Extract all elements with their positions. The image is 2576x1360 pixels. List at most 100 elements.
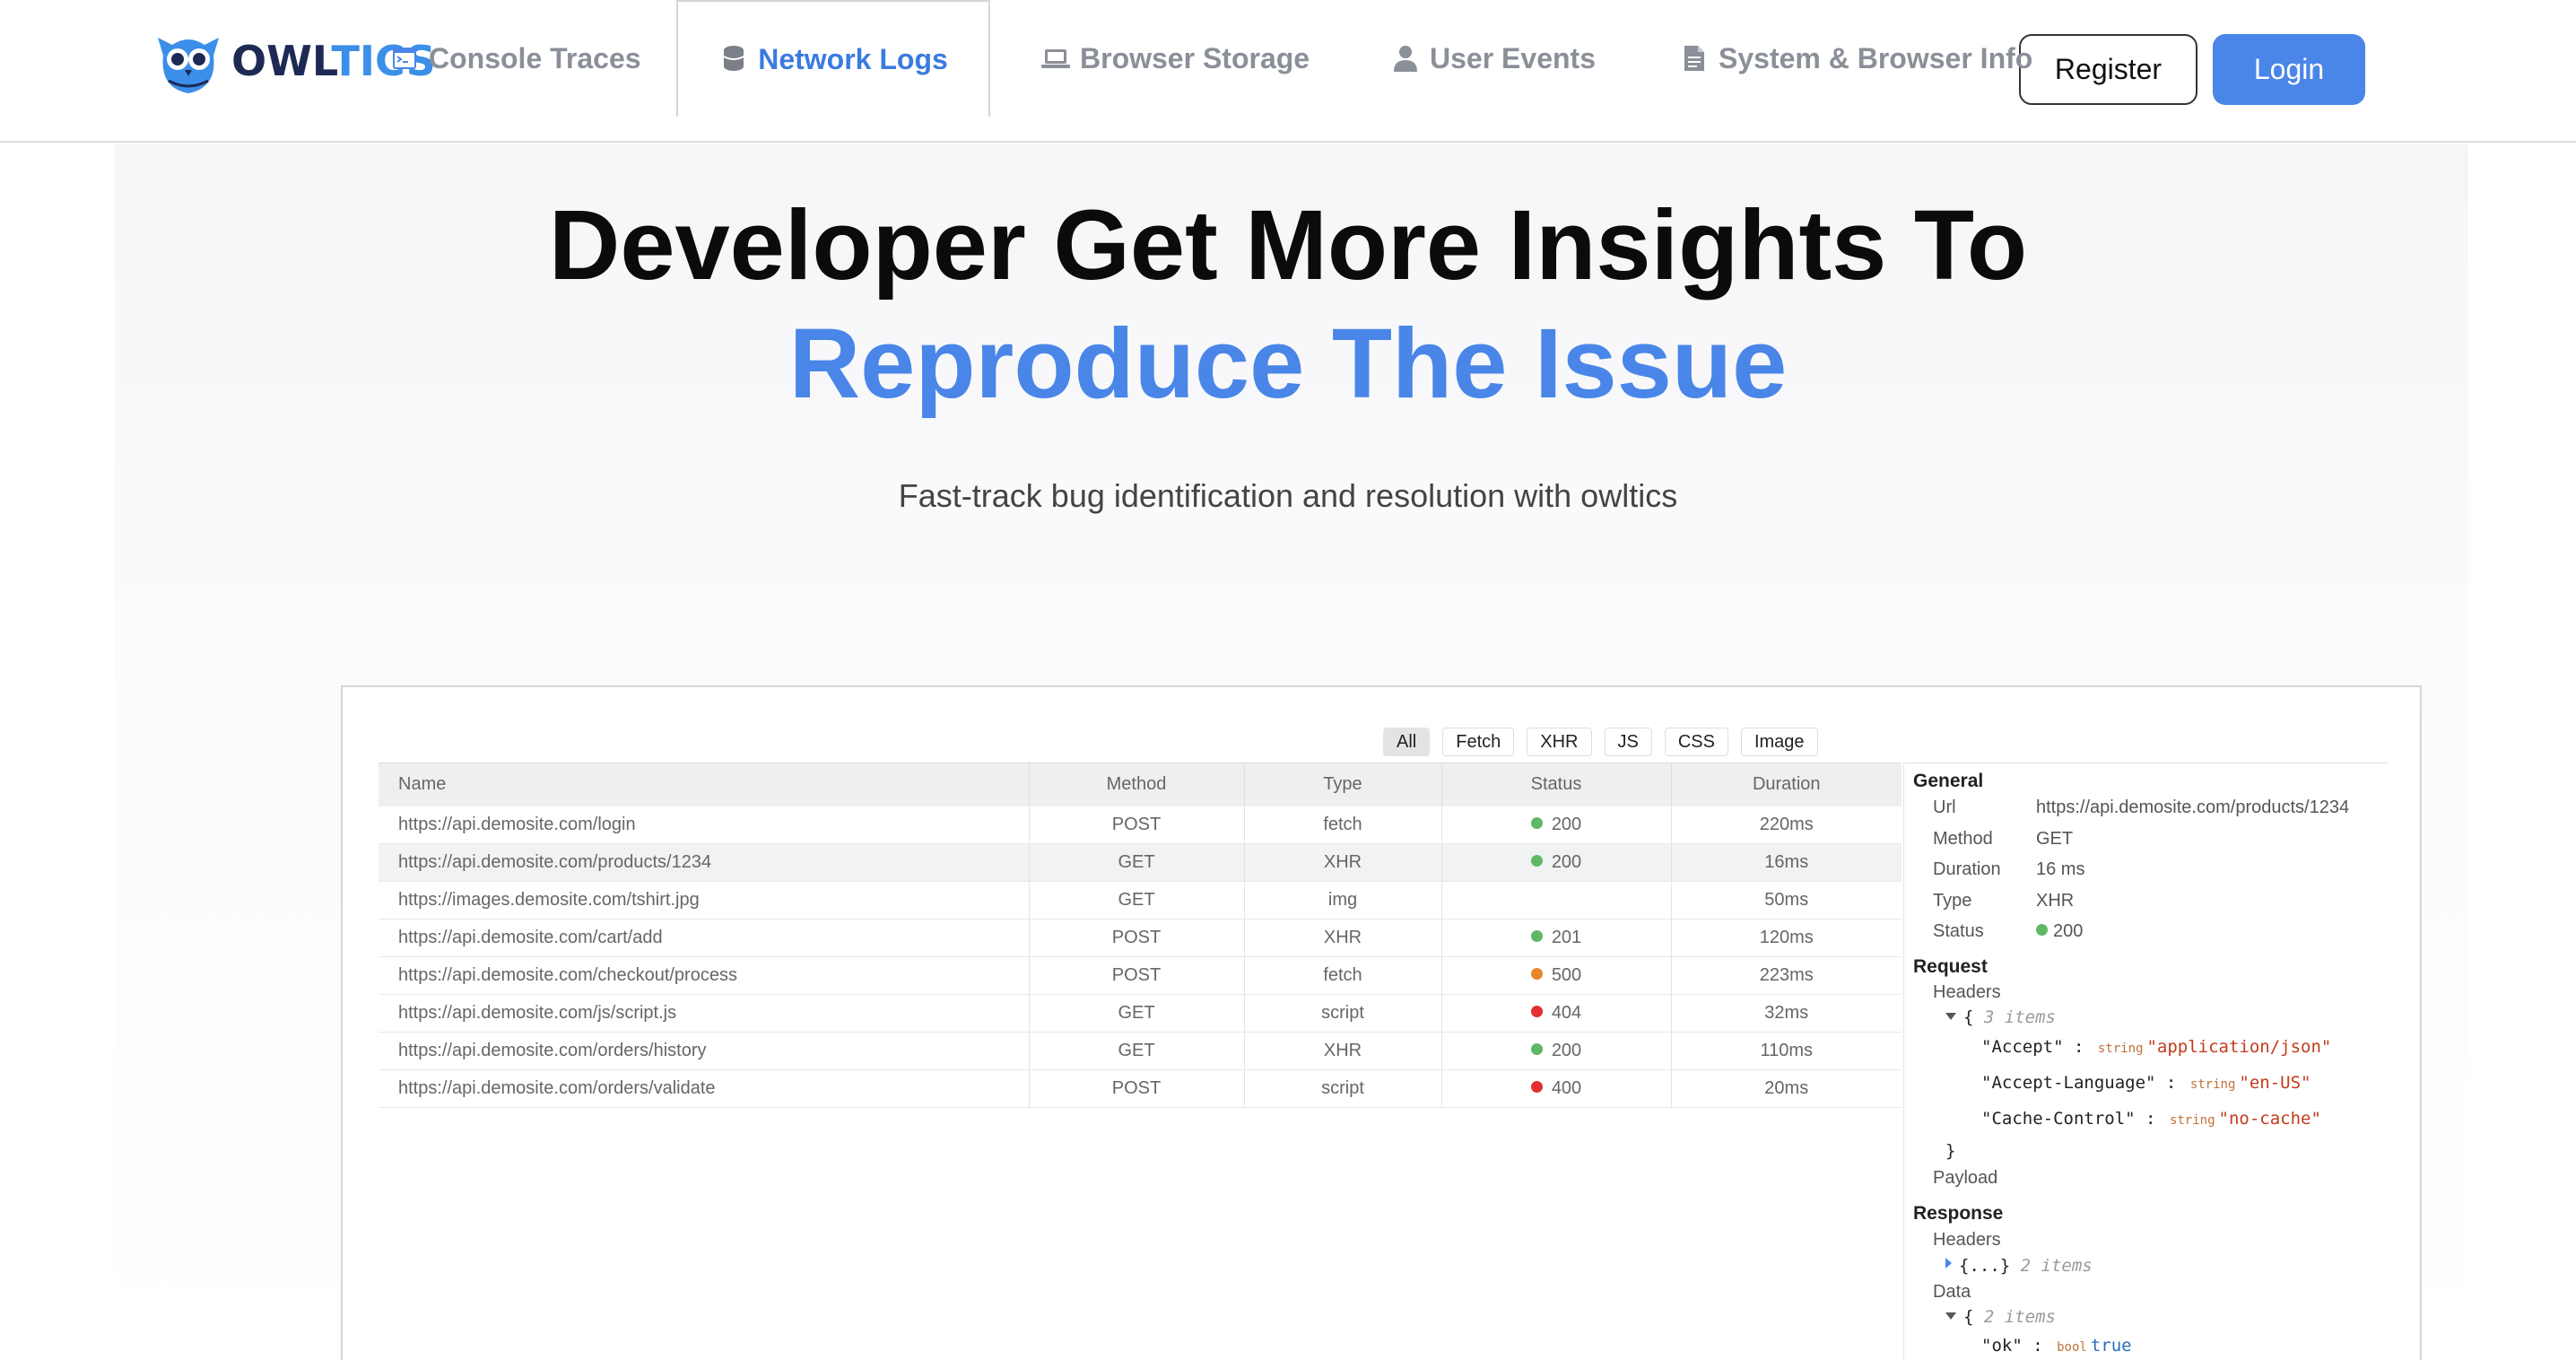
request-method: POST <box>1029 1069 1245 1108</box>
table-row[interactable]: https://api.demosite.com/orders/history … <box>379 1032 1902 1070</box>
json-entry: "ok" : bool true <box>1981 1336 2132 1356</box>
request-type: fetch <box>1244 956 1442 995</box>
json-key: "Accept-Language" <box>1981 1073 2156 1093</box>
response-section-title: Response <box>1913 1203 2004 1224</box>
request-status: 200 <box>1441 1032 1672 1070</box>
status-code: 201 <box>1551 928 1582 947</box>
hero-title: Developer Get More Insights To <box>548 190 2028 301</box>
request-method: GET <box>1029 843 1245 882</box>
request-method: POST <box>1029 806 1245 844</box>
tab-label: Browser Storage <box>1080 41 1310 74</box>
col-type[interactable]: Type <box>1244 763 1442 806</box>
status-code: 500 <box>1551 965 1582 985</box>
table-row[interactable]: https://images.demosite.com/tshirt.jpg G… <box>379 881 1902 920</box>
status-dot <box>1530 1006 1543 1017</box>
status-dot <box>1530 1081 1543 1093</box>
tab-label: User Events <box>1430 41 1596 74</box>
detail-method: GET <box>2036 829 2074 849</box>
json-type: string <box>2097 1042 2144 1056</box>
request-type: script <box>1244 1069 1442 1108</box>
table-row-selected[interactable]: https://api.demosite.com/products/1234 G… <box>379 843 1902 882</box>
type-filters: All Fetch XHR JS CSS Image <box>1383 728 1818 756</box>
status-dot <box>1530 1043 1543 1055</box>
request-duration: 32ms <box>1671 994 1902 1033</box>
request-type: XHR <box>1244 843 1442 882</box>
table-row[interactable]: https://api.demosite.com/login POST fetc… <box>379 806 1902 844</box>
table-row[interactable]: https://api.demosite.com/cart/add POST X… <box>379 919 1902 957</box>
request-duration: 50ms <box>1671 881 1902 920</box>
request-duration: 120ms <box>1671 919 1902 957</box>
col-name[interactable]: Name <box>379 763 1030 806</box>
json-entry: "Accept-Language" : string "en-US" <box>1981 1073 2311 1093</box>
request-type: XHR <box>1244 1032 1442 1070</box>
request-section-title: Request <box>1913 956 1988 977</box>
detail-status: 200 <box>2036 921 2083 942</box>
request-status <box>1441 881 1672 920</box>
request-url: https://api.demosite.com/cart/add <box>379 919 1030 957</box>
login-button[interactable]: Login <box>2213 34 2365 105</box>
json-key: "Cache-Control" <box>1981 1109 2136 1129</box>
filter-xhr[interactable]: XHR <box>1527 728 1592 756</box>
json-type: bool <box>2057 1340 2087 1355</box>
tab-system-browser-info[interactable]: System & Browser Info <box>1679 0 2032 117</box>
json-count: 2 items <box>2020 1256 2093 1276</box>
network-table: Name Method Type Status Duration https:/… <box>379 763 1902 1108</box>
filter-image[interactable]: Image <box>1740 728 1818 756</box>
register-button[interactable]: Register <box>2019 34 2197 105</box>
table-row[interactable]: https://api.demosite.com/js/script.js GE… <box>379 994 1902 1033</box>
request-url: https://api.demosite.com/products/1234 <box>379 843 1030 882</box>
tab-label: System & Browser Info <box>1719 41 2033 74</box>
status-dot <box>1530 968 1543 980</box>
json-toggle[interactable]: { 2 items <box>1945 1307 2056 1327</box>
json-toggle[interactable]: { 3 items <box>1945 1007 2056 1027</box>
filter-js[interactable]: JS <box>1604 728 1652 756</box>
json-value: "en-US" <box>2239 1073 2311 1093</box>
laptop-icon <box>1040 43 1071 74</box>
filter-all[interactable]: All <box>1383 728 1431 756</box>
hero-title-highlight: Reproduce The Issue <box>788 309 1788 419</box>
tab-label: Network Logs <box>758 42 948 75</box>
status-dot <box>1530 816 1543 829</box>
json-value: true <box>2090 1336 2132 1356</box>
json-toggle[interactable]: {...} 2 items <box>1945 1256 2093 1276</box>
tab-browser-storage[interactable]: Browser Storage <box>1040 0 1310 117</box>
col-method[interactable]: Method <box>1029 763 1245 806</box>
tab-user-events[interactable]: User Events <box>1390 0 1596 117</box>
detail-key: Status <box>1933 921 1984 941</box>
request-url: https://api.demosite.com/checkout/proces… <box>379 956 1030 995</box>
status-code: 200 <box>1551 1041 1582 1060</box>
request-method: GET <box>1029 994 1245 1033</box>
col-status[interactable]: Status <box>1441 763 1672 806</box>
database-icon <box>718 44 749 74</box>
caret-down-icon <box>1945 1312 1956 1320</box>
col-duration[interactable]: Duration <box>1671 763 1902 806</box>
json-type: string <box>2189 1077 2236 1092</box>
request-duration: 16ms <box>1671 843 1902 882</box>
request-type: XHR <box>1244 919 1442 957</box>
table-row[interactable]: https://api.demosite.com/checkout/proces… <box>379 956 1902 995</box>
tab-network-logs[interactable]: Network Logs <box>676 0 990 117</box>
detail-key: Method <box>1933 829 1993 849</box>
json-count: 2 items <box>1983 1307 2056 1327</box>
json-colon: : <box>2073 1037 2084 1057</box>
filter-css[interactable]: CSS <box>1664 728 1728 756</box>
request-headers-label: Headers <box>1933 982 2001 1002</box>
json-count: 3 items <box>1983 1007 2056 1027</box>
request-url: https://images.demosite.com/tshirt.jpg <box>379 881 1030 920</box>
json-brace: { <box>1963 1007 1974 1027</box>
table-row[interactable]: https://api.demosite.com/orders/validate… <box>379 1069 1902 1108</box>
request-status: 400 <box>1441 1069 1672 1108</box>
json-collapsed: {...} <box>1959 1256 2011 1276</box>
request-url: https://api.demosite.com/login <box>379 806 1030 844</box>
request-url: https://api.demosite.com/orders/history <box>379 1032 1030 1070</box>
tab-console-traces[interactable]: Console Traces <box>389 0 641 117</box>
request-status: 200 <box>1441 843 1672 882</box>
filter-fetch[interactable]: Fetch <box>1442 728 1515 756</box>
response-headers-label: Headers <box>1933 1230 2001 1250</box>
tab-label: Console Traces <box>429 41 641 74</box>
console-icon <box>389 43 420 74</box>
detail-type: XHR <box>2036 891 2075 911</box>
detail-key: Type <box>1933 891 1972 911</box>
json-colon: : <box>2032 1336 2043 1356</box>
request-duration: 220ms <box>1671 806 1902 844</box>
